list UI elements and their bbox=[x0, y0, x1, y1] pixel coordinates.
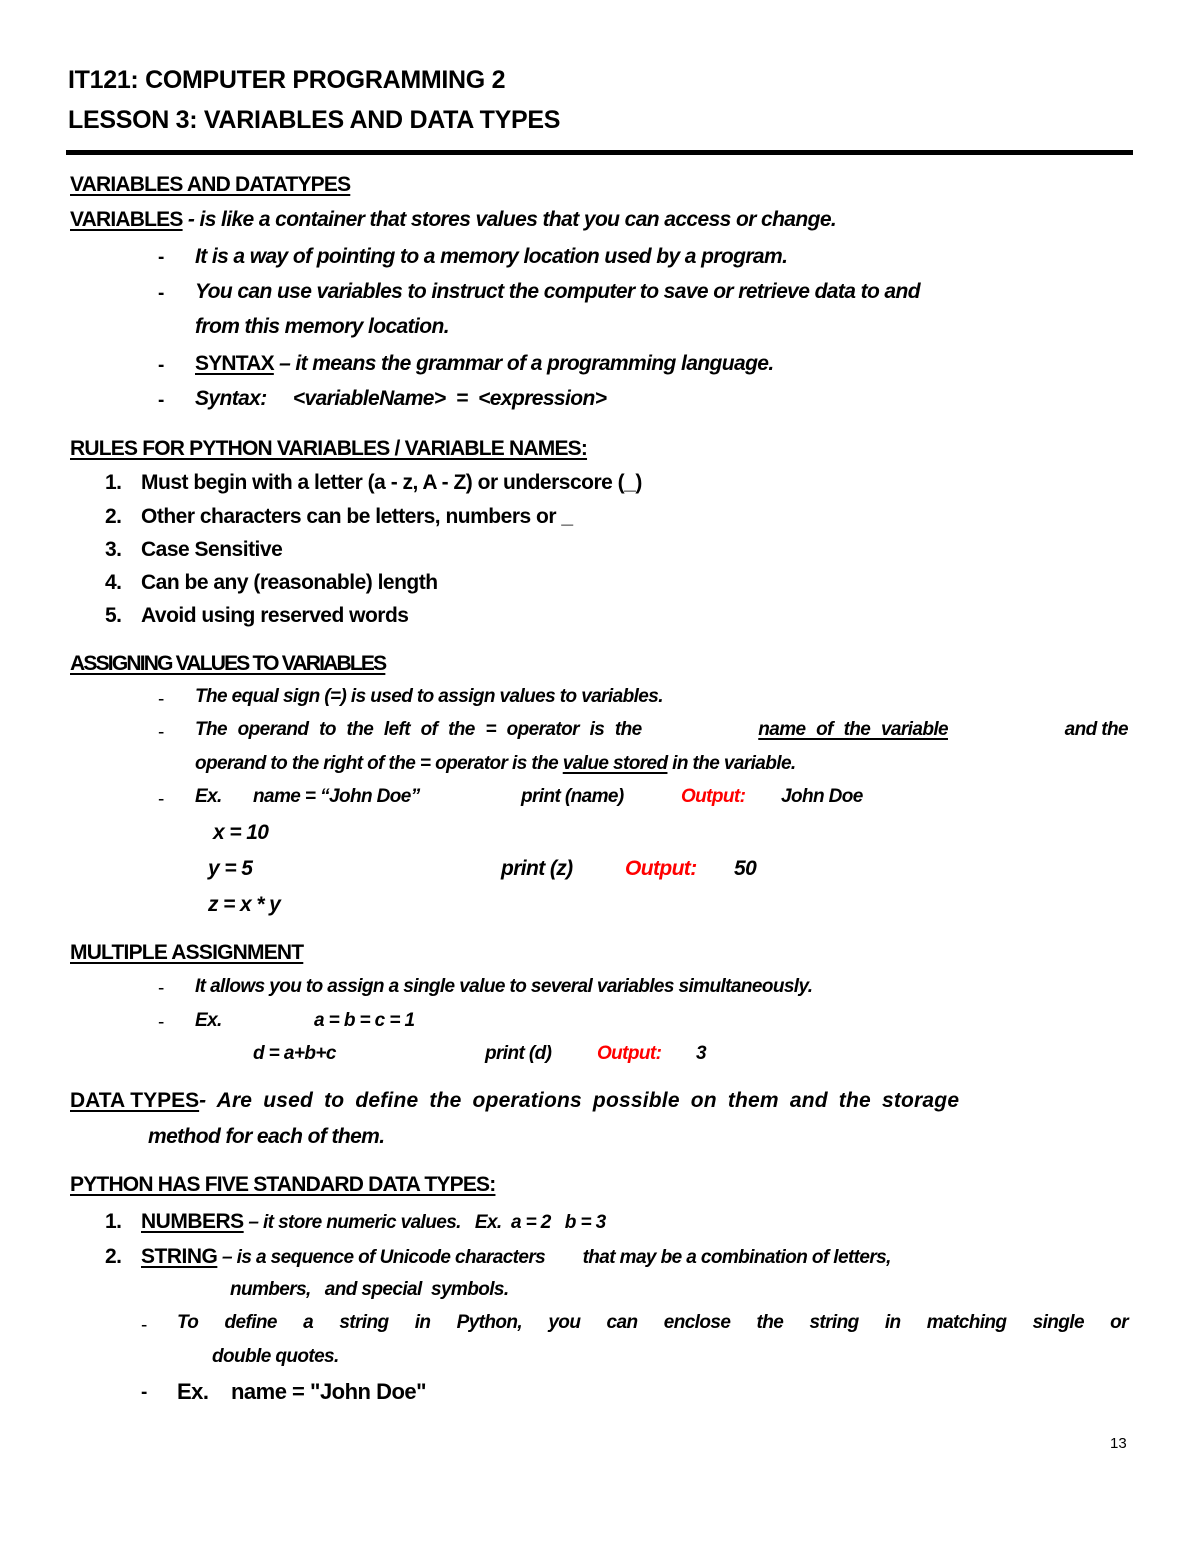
variables-definition: VARIABLES - is like a container that sto… bbox=[70, 208, 837, 232]
lesson-title: LESSON 3: VARIABLES AND DATA TYPES bbox=[68, 106, 561, 134]
assigning-bullet-2-post: and the bbox=[1064, 719, 1129, 740]
rule-number: 3. bbox=[105, 538, 122, 561]
rule-text: Must begin with a letter (a - z, A - Z) … bbox=[141, 471, 642, 494]
term-numbers: NUMBERS bbox=[141, 1210, 244, 1233]
rule-number: 2. bbox=[105, 505, 122, 528]
variables-definition-text: - is like a container that stores values… bbox=[182, 208, 837, 231]
bullet-dash: - bbox=[158, 355, 165, 376]
section-heading-rules: RULES FOR PYTHON VARIABLES / VARIABLE NA… bbox=[70, 437, 588, 460]
page-number: 13 bbox=[1110, 1435, 1127, 1452]
datatypes-definition-text: - Are used to define the operations poss… bbox=[199, 1089, 960, 1112]
assigning-bullet-1: The equal sign (=) is used to assign val… bbox=[195, 686, 663, 707]
output-value: 50 bbox=[734, 857, 757, 880]
course-title: IT121: COMPUTER PROGRAMMING 2 bbox=[68, 66, 506, 94]
bullet-dash: - bbox=[141, 1315, 148, 1336]
string-example: Ex. name = "John Doe" bbox=[177, 1379, 427, 1404]
rule-text: Can be any (reasonable) length bbox=[141, 571, 438, 594]
code-line-y: y = 5 bbox=[208, 857, 253, 880]
output-value: John Doe bbox=[781, 786, 863, 807]
bullet-dash: - bbox=[158, 689, 165, 710]
example-label: Ex. bbox=[195, 1010, 222, 1031]
output-label: Output: bbox=[681, 786, 746, 807]
datatypes-definition-line2: method for each of them. bbox=[148, 1125, 385, 1148]
code-line-x: x = 10 bbox=[213, 821, 269, 844]
bullet-dash: - bbox=[141, 1382, 148, 1403]
assigning-bullet-2-line2: operand to the right of the = operator i… bbox=[195, 753, 796, 775]
underlined-name-of-variable: name of the variable bbox=[758, 719, 948, 740]
section-heading-assigning: ASSIGNING VALUES TO VARIABLES bbox=[70, 652, 387, 675]
code-line-abc: a = b = c = 1 bbox=[314, 1010, 415, 1031]
example-code-name: name = “John Doe” bbox=[253, 786, 420, 807]
multiple-bullet-1: It allows you to assign a single value t… bbox=[195, 976, 813, 997]
rule-number: 1. bbox=[105, 471, 122, 494]
bullet-dash: - bbox=[158, 390, 165, 411]
rule-number: 5. bbox=[105, 604, 122, 627]
example-print-z: print (z) bbox=[501, 857, 573, 880]
syntax-definition: SYNTAX – it means the grammar of a progr… bbox=[195, 352, 774, 376]
assigning-bullet-2-pre: The operand to the left of the = operato… bbox=[195, 719, 642, 740]
term-data-types: DATA TYPES bbox=[70, 1089, 200, 1112]
assigning-bullet-2: The operand to the left of the = operato… bbox=[195, 719, 1129, 741]
term-string: STRING bbox=[141, 1245, 218, 1268]
section-heading-multiple-assignment: MULTIPLE ASSIGNMENT bbox=[70, 941, 304, 964]
assigning-bullet-2-line2-post: in the variable. bbox=[667, 753, 796, 774]
bullet-dash: - bbox=[158, 722, 165, 743]
rule-text: Avoid using reserved words bbox=[141, 604, 409, 627]
bullet-dash: - bbox=[158, 978, 165, 999]
variables-bullet-2-cont: from this memory location. bbox=[195, 315, 450, 338]
output-label: Output: bbox=[597, 1043, 662, 1064]
section-heading-variables-datatypes: VARIABLES AND DATATYPES bbox=[70, 173, 351, 196]
datatypes-definition: DATA TYPES - Are used to define the oper… bbox=[70, 1089, 1130, 1113]
rule-number: 4. bbox=[105, 571, 122, 594]
bullet-dash: - bbox=[158, 1012, 165, 1033]
string-bullet-1: To define a string in Python, you can en… bbox=[177, 1312, 1129, 1333]
syntax-line: Syntax: <variableName> = <expression> bbox=[195, 387, 607, 410]
term-syntax: SYNTAX bbox=[195, 352, 275, 375]
underlined-value-stored: value stored bbox=[562, 753, 668, 774]
syntax-definition-text: – it means the grammar of a programming … bbox=[273, 352, 774, 375]
code-line-d: d = a+b+c bbox=[253, 1043, 336, 1064]
bullet-dash: - bbox=[158, 247, 165, 268]
example-label: Ex. bbox=[195, 786, 222, 807]
output-value: 3 bbox=[696, 1043, 707, 1064]
variables-bullet-2: You can use variables to instruct the co… bbox=[195, 280, 921, 303]
section-heading-standard-types: PYTHON HAS FIVE STANDARD DATA TYPES: bbox=[70, 1173, 496, 1196]
output-label: Output: bbox=[625, 857, 697, 880]
rule-text: Other characters can be letters, numbers… bbox=[141, 505, 573, 528]
rule-text: Case Sensitive bbox=[141, 538, 283, 561]
string-bullet-1-cont: double quotes. bbox=[212, 1346, 339, 1367]
example-print-name: print (name) bbox=[521, 786, 624, 807]
type-numbers: NUMBERS – it store numeric values. Ex. a… bbox=[141, 1210, 606, 1234]
string-definition: – is a sequence of Unicode characters th… bbox=[217, 1247, 891, 1268]
numbers-definition: – it store numeric values. Ex. a = 2 b =… bbox=[243, 1212, 606, 1233]
string-definition-line2: numbers, and special symbols. bbox=[230, 1279, 509, 1300]
variables-bullet-1: It is a way of pointing to a memory loca… bbox=[195, 245, 788, 268]
bullet-dash: - bbox=[158, 283, 165, 304]
type-number: 1. bbox=[105, 1210, 122, 1233]
term-variables: VARIABLES bbox=[70, 208, 183, 231]
code-line-z: z = x * y bbox=[208, 893, 281, 916]
bullet-dash: - bbox=[158, 789, 165, 810]
type-string: STRING – is a sequence of Unicode charac… bbox=[141, 1245, 891, 1269]
type-number: 2. bbox=[105, 1245, 122, 1268]
example-print-d: print (d) bbox=[485, 1043, 552, 1064]
header-divider bbox=[66, 150, 1133, 155]
assigning-bullet-2-line2-pre: operand to the right of the = operator i… bbox=[195, 753, 563, 774]
